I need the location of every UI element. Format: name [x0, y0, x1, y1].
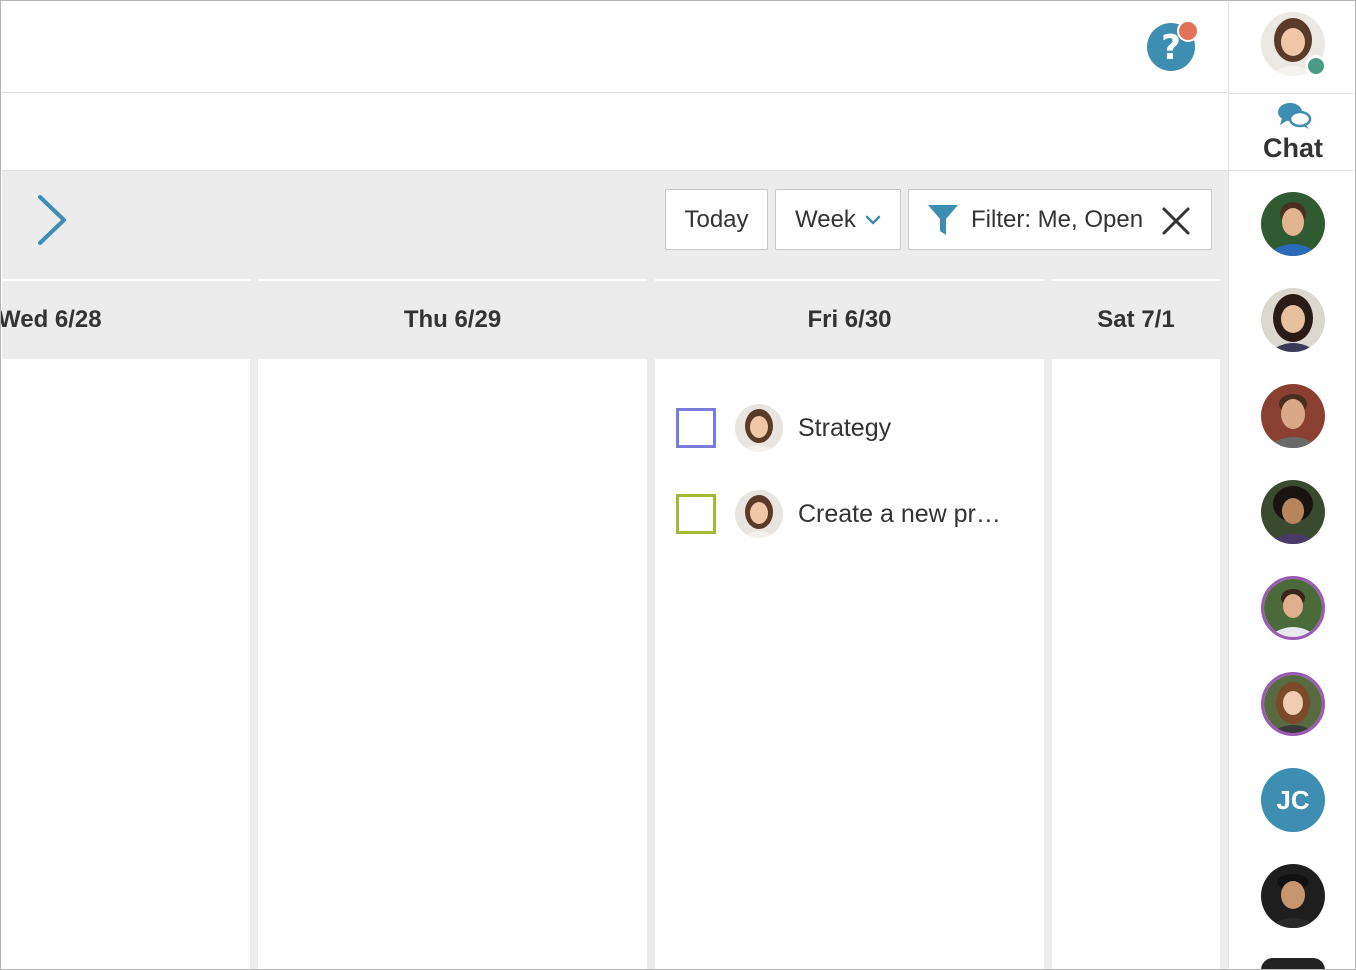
chat-bubbles-icon[interactable] [1276, 102, 1312, 130]
column-divider [1044, 279, 1052, 970]
task-item[interactable]: Create a new pr… [676, 490, 1001, 538]
day-column-sat[interactable] [1052, 360, 1220, 970]
day-header-label: Wed 6/28 [0, 306, 102, 333]
day-header-label: Thu 6/29 [403, 306, 502, 333]
team-member-avatar-initials[interactable]: JC [1261, 768, 1325, 832]
task-checkbox[interactable] [676, 408, 716, 448]
team-member-avatar[interactable] [1261, 288, 1325, 352]
day-header-fri: Fri 6/30 [655, 281, 1044, 359]
online-status-indicator [1305, 55, 1327, 77]
day-header-wed: Wed 6/28 [0, 281, 250, 359]
top-bar [2, 2, 1228, 93]
day-header-label: Fri 6/30 [807, 306, 892, 333]
team-member-avatar[interactable] [1261, 480, 1325, 544]
filter-button[interactable]: Filter: Me, Open [908, 189, 1212, 250]
day-column-fri[interactable] [655, 360, 1044, 970]
filter-funnel-icon [928, 204, 958, 235]
day-header-sat: Sat 7/1 [1052, 281, 1220, 359]
column-divider [250, 279, 258, 970]
view-select-button[interactable]: Week [775, 189, 901, 250]
chevron-down-icon [865, 215, 881, 225]
team-member-avatar[interactable] [1261, 192, 1325, 256]
sub-bar [2, 93, 1228, 171]
task-item[interactable]: Strategy [676, 404, 891, 452]
day-header-label: Sat 7/1 [1097, 306, 1175, 333]
team-member-avatar[interactable] [1261, 864, 1325, 928]
team-member-avatar[interactable] [1261, 672, 1325, 736]
task-title[interactable]: Strategy [798, 414, 891, 443]
day-column-wed[interactable] [2, 360, 250, 970]
task-title[interactable]: Create a new pr… [798, 500, 1001, 529]
column-divider [647, 279, 655, 970]
chat-label[interactable]: Chat [1229, 133, 1356, 164]
view-select-label: Week [795, 205, 856, 233]
team-member-avatar[interactable] [1261, 958, 1325, 970]
team-member-avatar[interactable] [1261, 384, 1325, 448]
task-checkbox[interactable] [676, 494, 716, 534]
filter-label: Filter: Me, Open [971, 205, 1144, 233]
day-column-thu[interactable] [258, 360, 647, 970]
task-assignee-avatar [735, 404, 783, 452]
help-icon[interactable]: ? [1147, 21, 1197, 71]
day-header-thu: Thu 6/29 [258, 281, 647, 359]
task-assignee-avatar [735, 490, 783, 538]
column-divider [1220, 279, 1228, 970]
clear-filter-close-icon[interactable] [1161, 206, 1191, 236]
today-button[interactable]: Today [665, 189, 768, 250]
team-member-avatar[interactable] [1261, 576, 1325, 640]
next-week-arrow-icon[interactable] [34, 194, 74, 246]
